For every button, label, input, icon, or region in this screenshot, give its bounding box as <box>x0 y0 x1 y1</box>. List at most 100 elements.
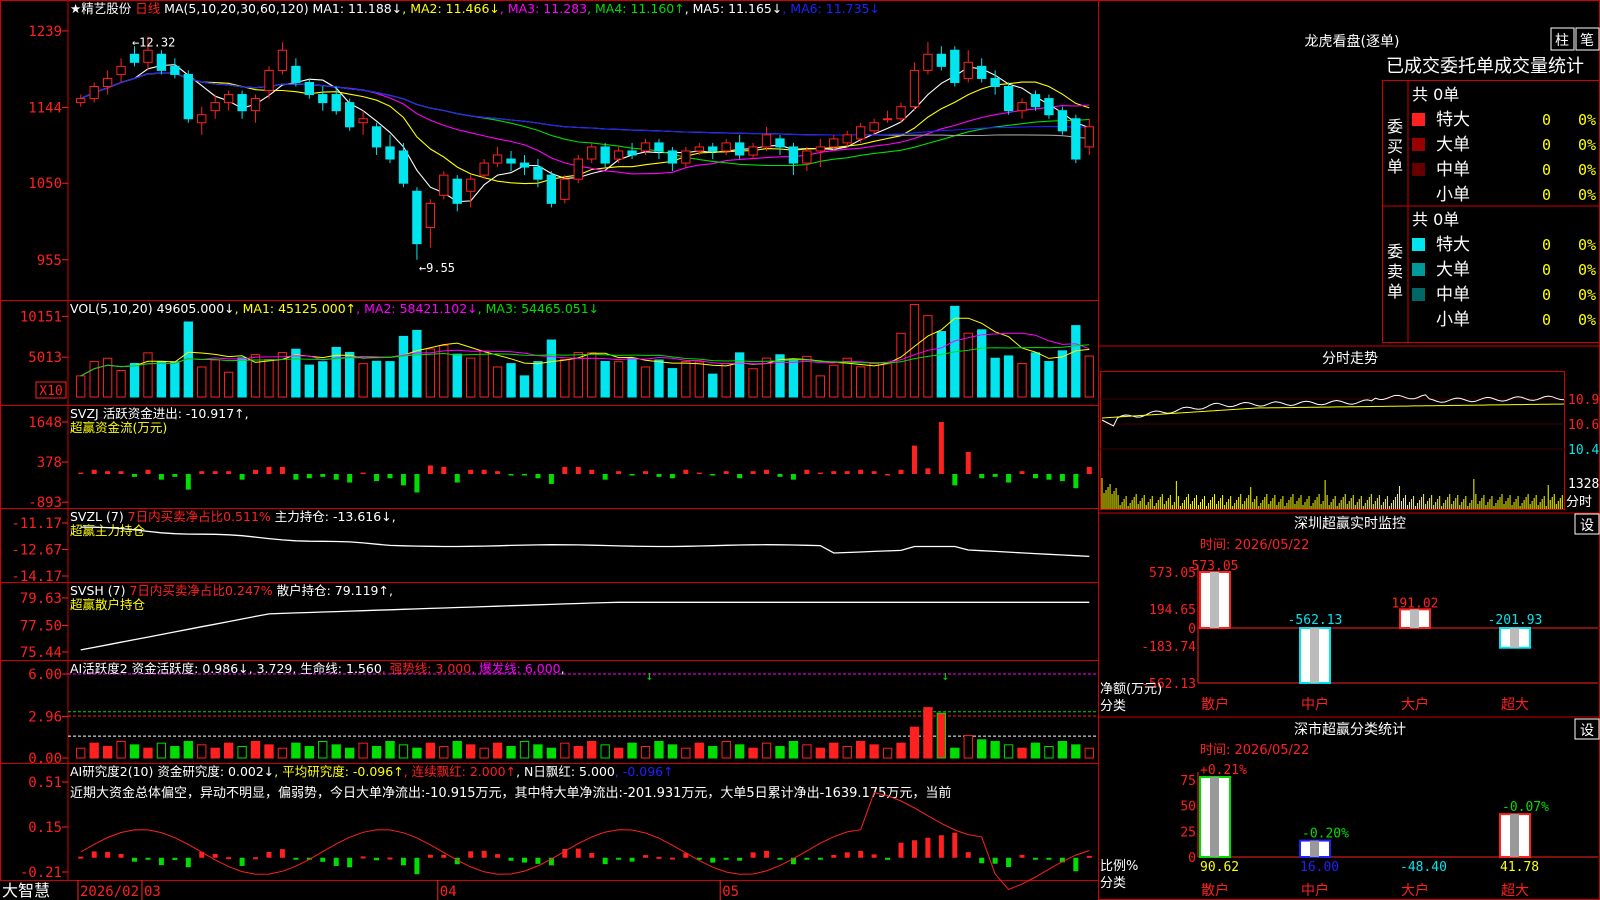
svzj-bar <box>979 474 985 479</box>
ai-activity-bar <box>923 707 933 759</box>
ai-activity-bar <box>950 747 960 759</box>
candle-body <box>466 178 476 192</box>
svzj-bar <box>589 469 595 474</box>
volume-bar <box>506 363 516 398</box>
ai-research-bar <box>710 857 716 863</box>
ai-research-bar <box>535 857 541 864</box>
ai-activity-bar <box>519 740 530 759</box>
monitor-time: 时间: 2026/05/22 <box>1200 538 1309 553</box>
volume-bar <box>546 339 557 398</box>
ai-research-bar <box>266 851 272 858</box>
monitor-category: 散户 <box>1201 696 1229 713</box>
ai-activity-bar <box>600 744 610 759</box>
ai-research-bar <box>481 850 487 858</box>
volume-bar <box>143 352 153 398</box>
ai-research-bar <box>885 857 891 860</box>
ai-research-line <box>80 792 1090 891</box>
ai-research-bar <box>279 849 285 858</box>
candle-body <box>963 61 973 79</box>
dragon-title: 龙虎看盘(逐单) <box>1305 33 1400 50</box>
candle-body <box>492 154 503 164</box>
svzj-bar <box>239 474 245 480</box>
ai-research-bar <box>360 856 366 859</box>
svzj-panel: SVZJ 活跃资金进出: -10.917↑,超赢资金流(万元)1648378-8… <box>28 406 1092 511</box>
svzj-bar <box>118 471 124 474</box>
stats-value-label: 90.62 <box>1200 860 1239 875</box>
volume-bar <box>264 359 274 398</box>
ai-activity-bar <box>452 740 462 759</box>
ai-research-bar <box>1019 854 1025 858</box>
svzj-bar <box>212 471 218 474</box>
ai-research-header: AI研究度2(10) 资金研究度: 0.002↓, 平均研究度: -0.096↑… <box>70 764 674 779</box>
kline-header-part-8: , MA6: 11.735↓ <box>782 1 880 16</box>
svzj-subtitle: 超赢资金流(万元) <box>70 420 167 435</box>
volume-bar <box>102 357 113 398</box>
sell-row-pct: 0% <box>1578 261 1596 279</box>
buy-row-pct: 0% <box>1578 111 1596 129</box>
ai-activity-bar <box>613 747 624 759</box>
candle-body <box>519 162 530 168</box>
sell-color-swatch <box>1412 288 1425 301</box>
buy-row-label: 大单 <box>1436 135 1470 155</box>
date-axis: 大智慧 2026/02 03 04 05 <box>2 880 739 900</box>
ai-research-header-part-0: AI研究度2(10) <box>70 764 157 779</box>
monitor-settings-label: 设 <box>1580 518 1594 534</box>
buy-row-count: 0 <box>1542 111 1551 129</box>
svzj-bar <box>1073 474 1079 489</box>
stats-title: 深市超赢分类统计 <box>1294 721 1406 738</box>
date-label: 04 <box>440 884 457 900</box>
candle-body <box>129 53 140 63</box>
software-logo: 大智慧 <box>2 881 50 900</box>
svzj-bar <box>1059 474 1065 482</box>
stats-pct-label: -0.07% <box>1502 800 1549 815</box>
candle-body <box>546 174 557 204</box>
ai-activity-bar <box>170 746 180 759</box>
monitor-ytick: 194.65 <box>1149 603 1196 618</box>
monitor-ytick: 573.05 <box>1149 566 1196 581</box>
sell-color-swatch <box>1412 263 1425 276</box>
candle-body <box>775 138 785 148</box>
svzj-bar <box>78 472 84 475</box>
ai-activity-bar <box>533 744 543 759</box>
svzj-bar <box>965 451 971 474</box>
stats-ytick: 50 <box>1180 800 1196 815</box>
volume-bar <box>519 375 530 398</box>
svsh-header-part-1: 7日内买卖净占比0.247% <box>129 583 272 598</box>
candle-body <box>1057 110 1068 132</box>
volume-bar <box>1017 362 1027 398</box>
ai-activity-bar <box>116 740 126 759</box>
high-price-label: ←12.32 <box>132 36 175 50</box>
buy-side-char: 买 <box>1387 137 1403 156</box>
svzj-bar <box>333 474 339 480</box>
ai-activity-bar <box>640 746 651 759</box>
buy-color-swatch <box>1412 138 1425 151</box>
sell-row-label: 特大 <box>1436 235 1470 255</box>
buy-color-swatch <box>1412 163 1425 176</box>
sell-row-count: 0 <box>1542 236 1551 254</box>
svzj-bar <box>185 474 191 490</box>
volume-bar <box>479 350 489 398</box>
ai-activity-bar <box>936 712 947 759</box>
ai-activity-bar <box>869 744 879 759</box>
ai-research-panel: AI研究度2(10) 资金研究度: 0.002↓, 平均研究度: -0.096↑… <box>20 764 1092 891</box>
ai-research-bar <box>226 857 232 860</box>
ai-research-header-part-1: 资金研究度: 0.002↓ <box>157 764 274 779</box>
date-label: 03 <box>144 884 161 900</box>
ai-activity-bar <box>977 739 987 759</box>
ai-activity-bar <box>775 746 785 759</box>
ai-activity-bar <box>721 740 731 759</box>
volume-bar <box>654 359 664 398</box>
ai-activity-bar <box>829 742 839 759</box>
ai-activity-bar <box>492 742 503 759</box>
ma3-line <box>80 72 1090 175</box>
sell-row-pct: 0% <box>1578 236 1596 254</box>
svzj-bar <box>952 474 958 486</box>
ai-research-bar <box>374 857 380 861</box>
svzj-bar <box>468 469 474 474</box>
candle-body <box>788 146 799 164</box>
intraday-ytick: 10.94 <box>1568 393 1600 408</box>
svzj-bar <box>898 469 904 474</box>
svzj-bar <box>508 474 514 476</box>
volume-bar <box>802 355 812 398</box>
volume-header-part-1: 49605.000↓ <box>157 301 235 316</box>
